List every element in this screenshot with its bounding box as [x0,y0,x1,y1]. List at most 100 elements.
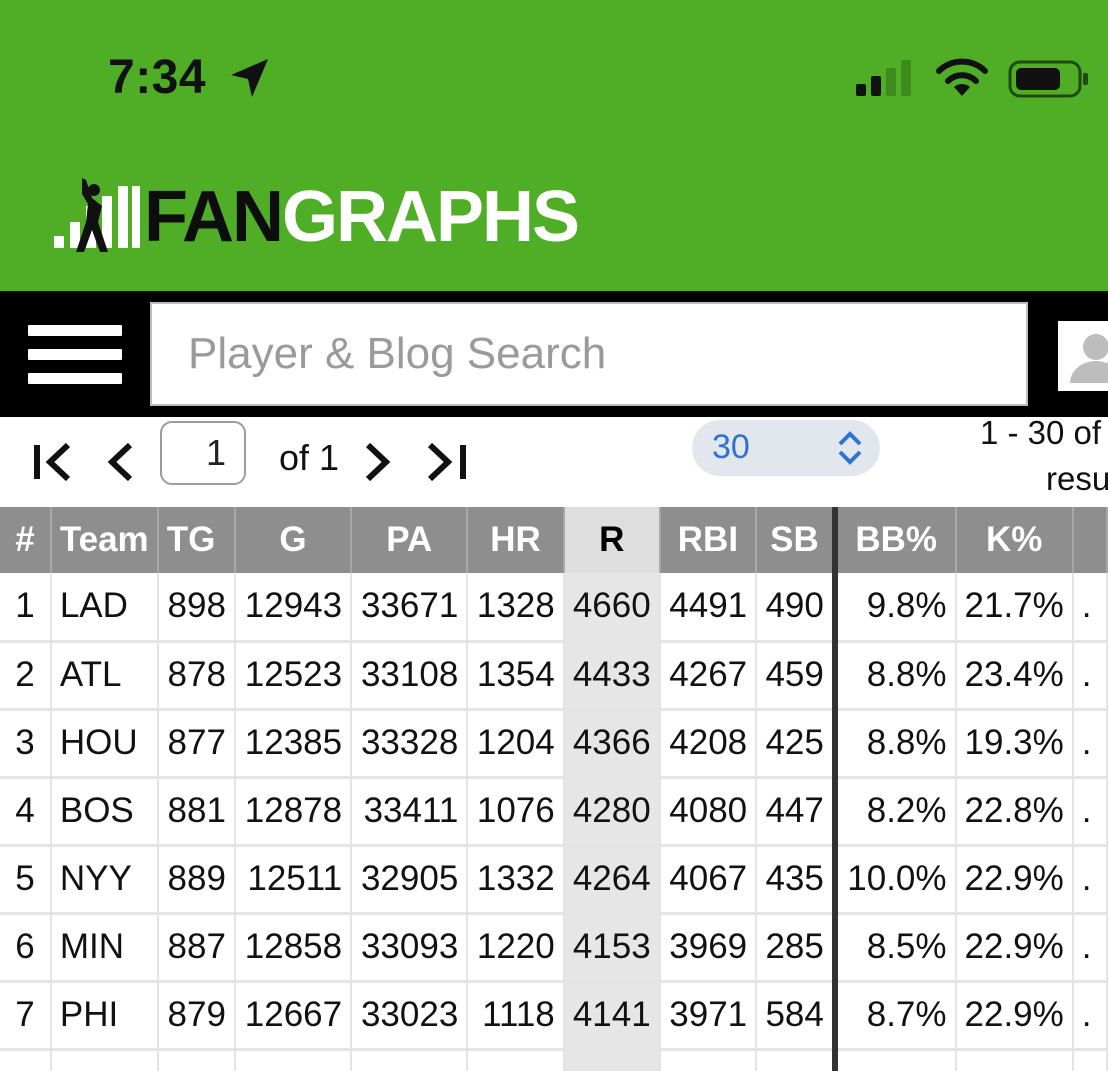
first-page-icon[interactable] [30,439,76,485]
cell-r: 4280 [563,777,661,847]
cell-team[interactable]: LAD [50,573,159,643]
cell-k-pct: 21.7% [955,573,1074,643]
cell-tg: 879 [157,981,236,1051]
column-header-r[interactable]: R [563,507,661,573]
cell-team[interactable]: ATL [50,641,159,711]
table-header-row: # Team TG G PA HR R RBI SB BB% K% [0,507,1108,573]
cell-rbi: 4080 [659,777,758,847]
cell-r: 4153 [563,913,661,983]
search-input[interactable] [150,302,1028,406]
cell-g: 12523 [234,641,353,711]
cell-overflow: . [1072,845,1108,915]
cell-overflow: . [1072,981,1108,1051]
cell-hr: 1204 [467,709,565,779]
cell-k-pct: 22.9% [955,913,1074,983]
logo-fan-text: FAN [144,177,284,257]
cell-r: 4366 [563,709,661,779]
column-header-rbi[interactable]: RBI [659,507,758,573]
cell-k-pct: 19.3% [955,709,1074,779]
column-header-rank[interactable]: # [0,507,52,573]
cell-tg: 881 [157,777,236,847]
cell-pa: 33093 [351,913,469,983]
cell-sb: 490 [756,573,836,643]
cell-sb: 435 [756,845,836,915]
cell-k-pct: 22.8% [955,777,1074,847]
column-header-pa[interactable]: PA [351,507,469,573]
cell-sb: 459 [756,641,836,711]
cell-k-pct: 23.4% [955,641,1074,711]
batter-logo-icon [54,178,140,252]
column-header-g[interactable]: G [234,507,353,573]
table-row[interactable]: 4 BOS 881 12878 33411 1076 4280 4080 447 8.2% 22.8… [0,777,1108,847]
search-bar [0,291,1108,417]
cell-overflow: . [1072,641,1108,711]
table-row[interactable] [0,1049,1108,1071]
table-cell [659,1049,758,1071]
cell-rbi: 3969 [659,913,758,983]
table-cell [955,1049,1074,1071]
cell-pa: 33671 [351,573,469,643]
cell-sb: 285 [756,913,836,983]
column-header-team[interactable]: Team [50,507,159,573]
stats-table: # Team TG G PA HR R RBI SB BB% K% 1 LAD 89… [0,507,1108,1071]
cell-bb-pct: 8.5% [831,913,957,983]
next-page-icon[interactable] [356,439,402,485]
column-header-k-pct[interactable]: K% [955,507,1074,573]
cell-rank: 4 [0,777,52,847]
cell-sb: 447 [756,777,836,847]
table-row[interactable]: 2 ATL 878 12523 33108 1354 4433 4267 459 8.8% 23.4… [0,641,1108,711]
cell-team[interactable]: MIN [50,913,159,983]
cell-rank: 7 [0,981,52,1051]
cell-rbi: 4208 [659,709,758,779]
chevron-updown-icon [838,431,862,465]
table-row[interactable]: 1 LAD 898 12943 33671 1328 4660 4491 490 9.8% 21.7… [0,573,1108,643]
column-header-bb-pct[interactable]: BB% [831,507,957,573]
column-header-overflow [1072,507,1108,573]
cell-rbi: 3971 [659,981,758,1051]
table-row[interactable]: 7 PHI 879 12667 33023 1118 4141 3971 584 8.7% 22.9… [0,981,1108,1051]
cell-hr: 1354 [467,641,565,711]
cell-overflow: . [1072,573,1108,643]
cell-k-pct: 22.9% [955,981,1074,1051]
cell-bb-pct: 10.0% [831,845,957,915]
column-header-sb[interactable]: SB [756,507,836,573]
menu-icon[interactable] [28,323,124,387]
logo-graphs-text: GRAPHS [282,177,580,257]
page-number-input[interactable]: 1 [160,421,246,485]
cell-pa: 33023 [351,981,469,1051]
cell-g: 12511 [234,845,353,915]
cell-bb-pct: 9.8% [831,573,957,643]
battery-icon [1008,60,1088,98]
cell-team[interactable]: NYY [50,845,159,915]
cell-hr: 1076 [467,777,565,847]
column-header-tg[interactable]: TG [157,507,236,573]
page-count-label: of 1 [279,437,340,478]
results-count-suffix: resu [1046,460,1108,497]
cell-pa: 33108 [351,641,469,711]
cell-g: 12858 [234,913,353,983]
table-row[interactable]: 3 HOU 877 12385 33328 1204 4366 4208 425 8.8% 19.3… [0,709,1108,779]
previous-page-icon[interactable] [100,439,146,485]
cell-team[interactable]: HOU [50,709,159,779]
per-page-select[interactable]: 30 [692,420,880,476]
cell-team[interactable]: BOS [50,777,159,847]
table-cell [756,1049,836,1071]
cell-tg: 887 [157,913,236,983]
table-row[interactable]: 6 MIN 887 12858 33093 1220 4153 3969 285 8.5% 22.9… [0,913,1108,983]
cell-g: 12943 [234,573,353,643]
cell-overflow: . [1072,777,1108,847]
cell-pa: 33328 [351,709,469,779]
table-cell [0,1049,52,1071]
cell-overflow: . [1072,913,1108,983]
table-row[interactable]: 5 NYY 889 12511 32905 1332 4264 4067 435 10.0% 22.… [0,845,1108,915]
account-button[interactable] [1058,321,1108,391]
cell-rank: 5 [0,845,52,915]
column-header-hr[interactable]: HR [467,507,565,573]
last-page-icon[interactable] [424,439,470,485]
cell-tg: 898 [157,573,236,643]
user-icon [1070,334,1108,383]
cell-team[interactable]: PHI [50,981,159,1051]
cell-r: 4141 [563,981,661,1051]
table-cell [234,1049,353,1071]
cell-sb: 584 [756,981,836,1051]
